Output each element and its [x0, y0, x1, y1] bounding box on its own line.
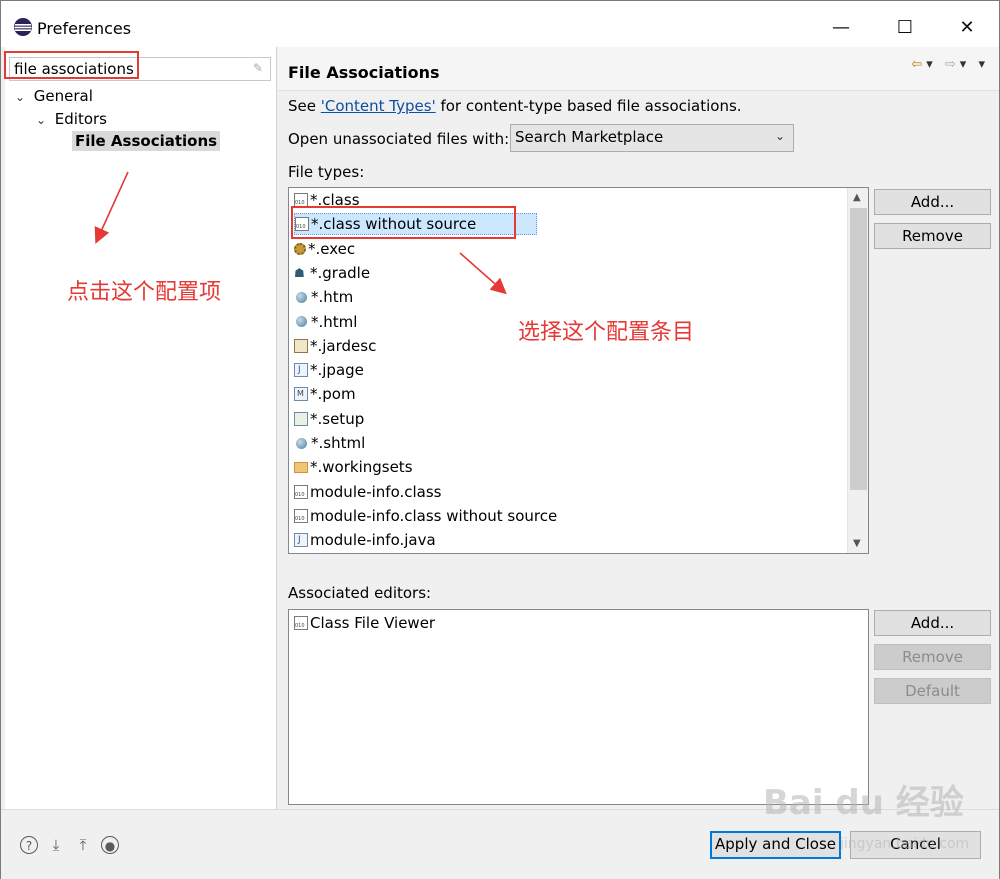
annotation-arrows [94, 171, 507, 295]
left-annotation-text: 点击这个配置项 [67, 280, 222, 305]
right-annotation-arrow [459, 252, 507, 295]
watermark-logo: Bai du 经验 [763, 783, 964, 823]
right-annotation-text: 选择这个配置条目 [518, 320, 695, 345]
watermark-url: jingyan.baidu.com [840, 836, 970, 852]
left-annotation-arrow [94, 171, 129, 244]
